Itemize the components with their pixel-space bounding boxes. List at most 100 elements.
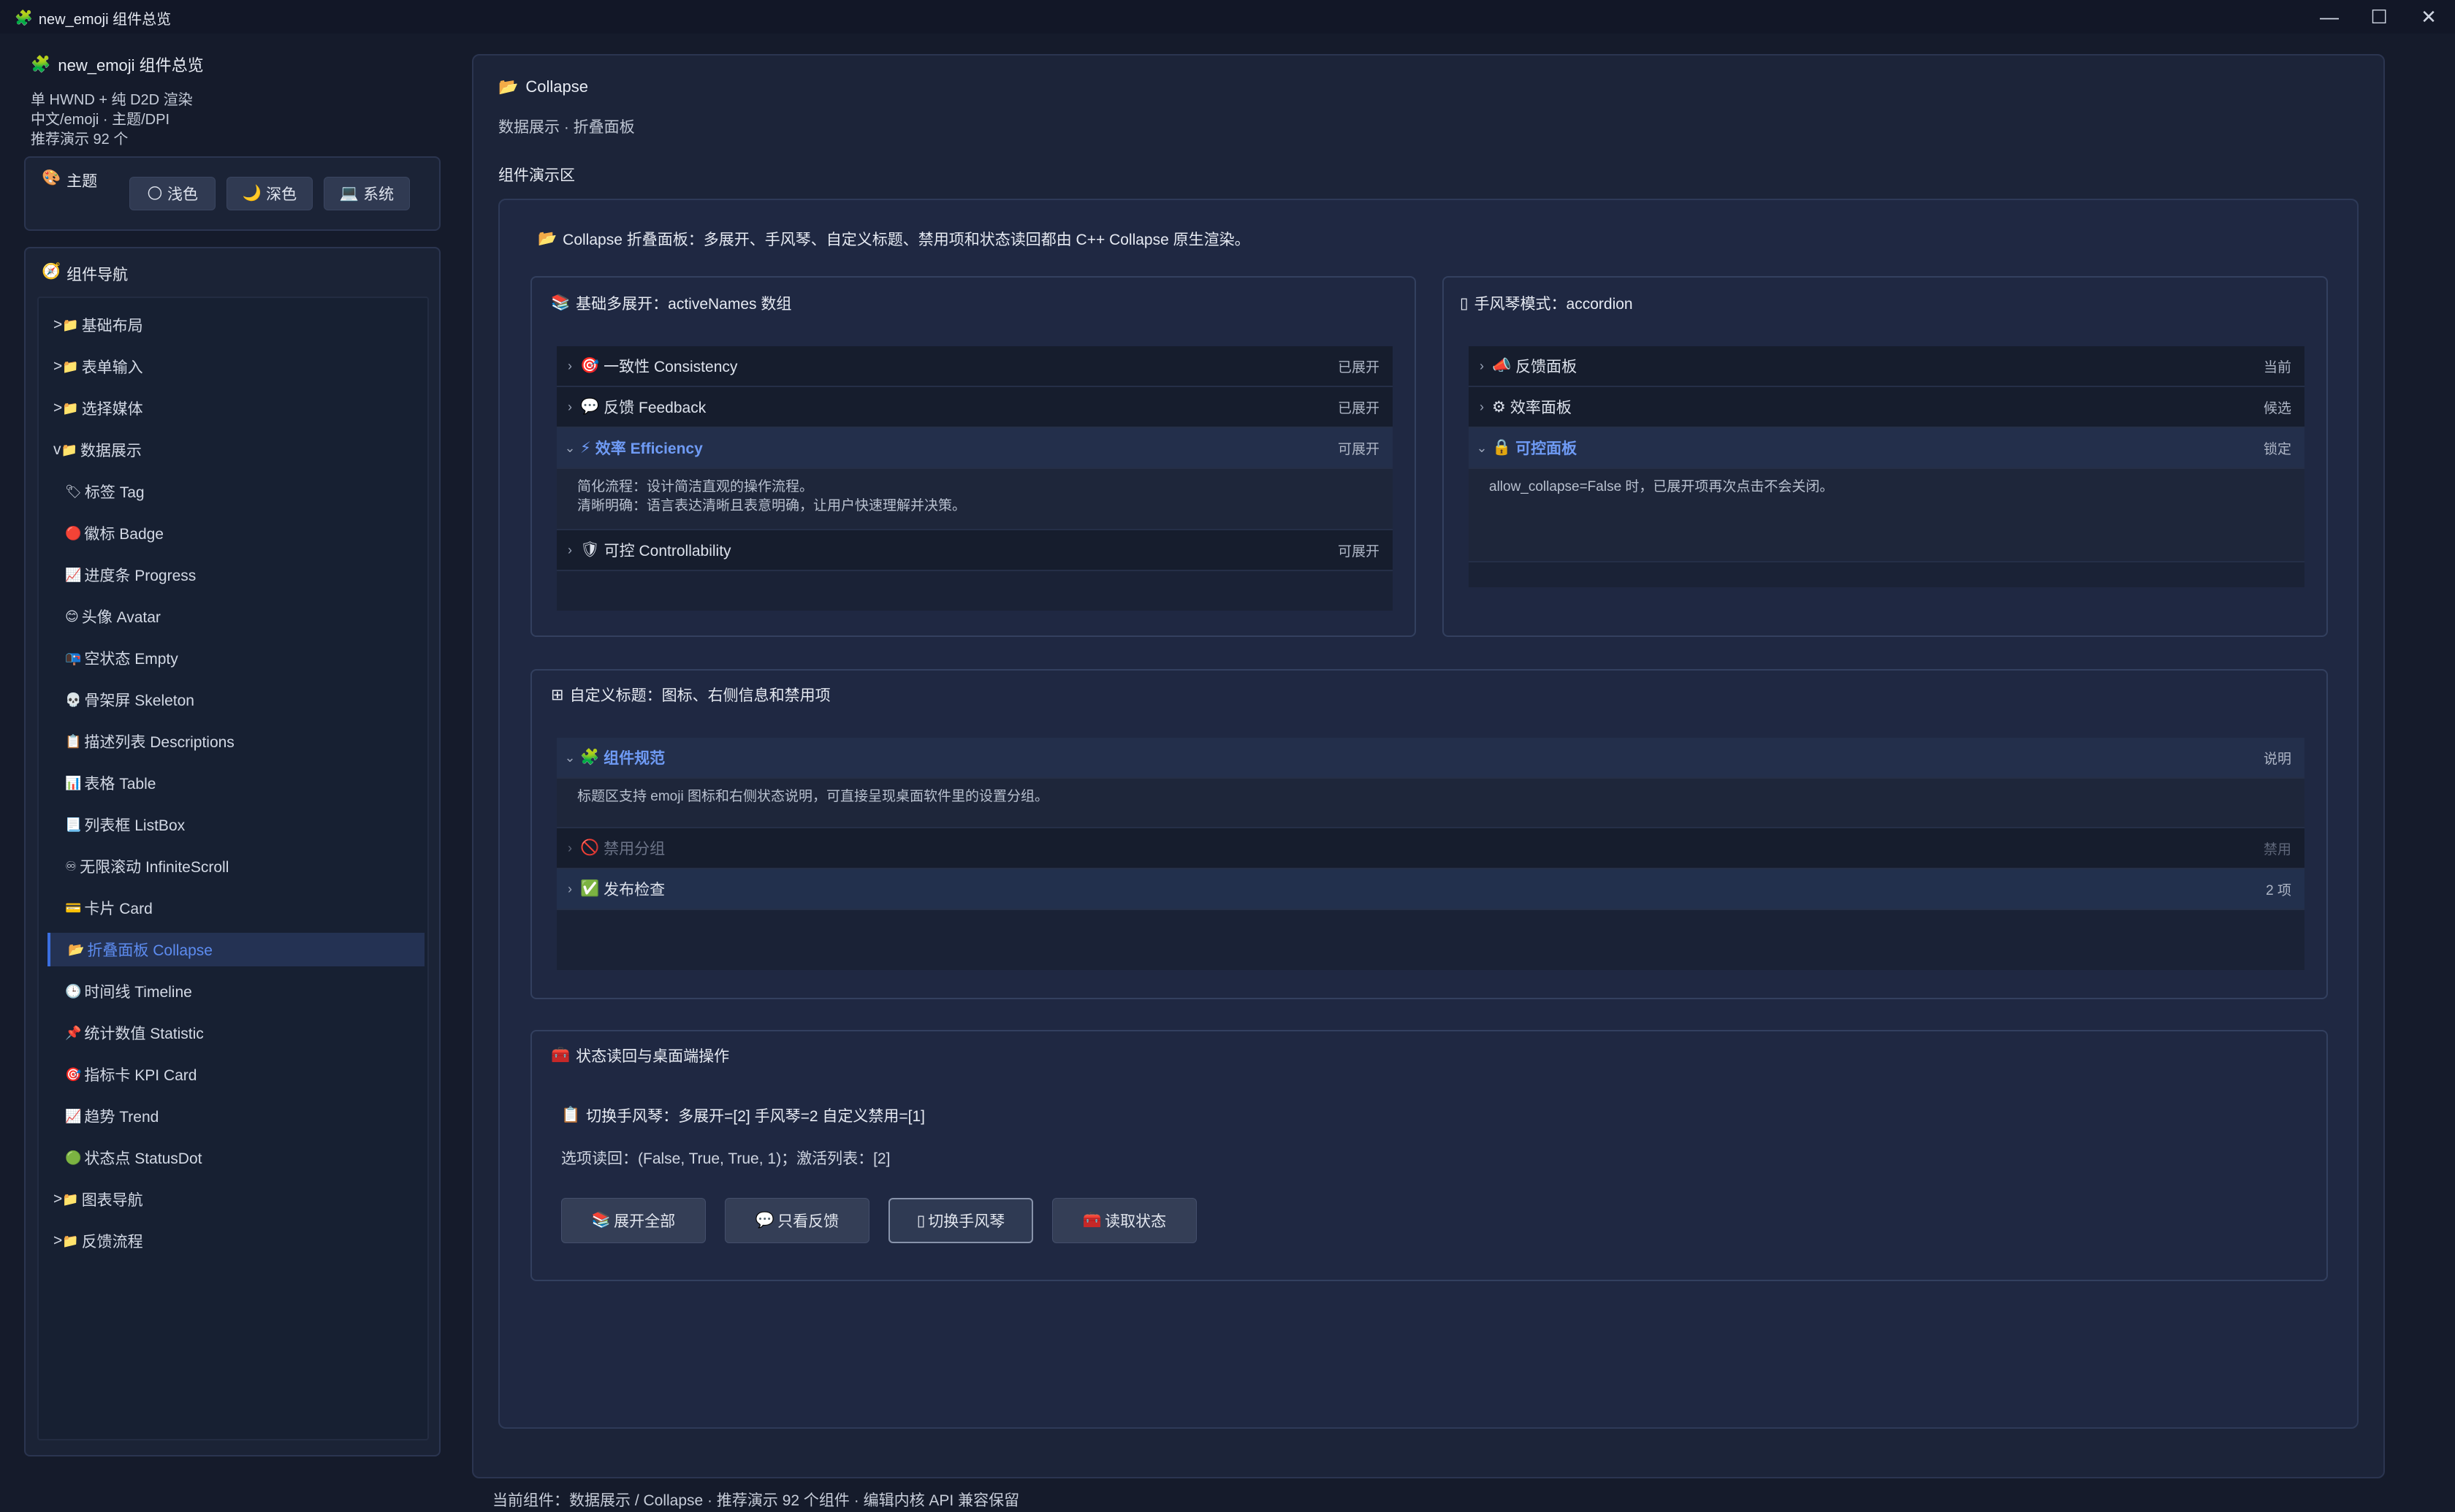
nav-item[interactable]: 📊 表格 Table [39,766,429,800]
basic-card-title-text: 基础多展开：activeNames 数组 [576,296,792,313]
nav-item-label: 描述列表 Descriptions [84,734,235,751]
collapse-item-header[interactable]: › 🛡 可控 Controllability 可展开 [557,530,1393,571]
nav-item-label: 徽标 Badge [84,526,164,543]
nav-item[interactable]: 💳 卡片 Card [39,891,429,925]
nav-item-label: 头像 Avatar [81,609,161,626]
component-icon: 📈 [65,1108,82,1123]
minimize-button[interactable]: — [2303,0,2356,34]
collapse-item-header[interactable]: › ✅ 发布检查 2 项 [557,869,2304,910]
nav-item[interactable]: 🟢 状态点 StatusDot [39,1141,429,1175]
chevron-right-icon: › [1480,358,1484,373]
read-state-button[interactable]: 🧰 读取状态 [1052,1198,1197,1243]
collapse-item-header[interactable]: › ⚙ 效率面板 候选 [1469,387,2304,428]
component-icon: 🔴 [65,525,82,541]
nav-item-label: 状态点 StatusDot [84,1150,202,1167]
chevron-right-icon: › [568,399,572,414]
nav-item-label: 卡片 Card [84,901,153,917]
collapse-item-title: ⚙ 效率面板 [1492,396,2264,418]
accordion-collapse: › 📣 反馈面板 当前 › ⚙ 效率面板 候选 ⌄ 🔒 可控面板 锁定 allow_collapse=F… [1469,346,2304,587]
nav-item[interactable]: 📃 列表框 ListBox [39,808,429,841]
action-button-label: 只看反馈 [777,1213,840,1230]
nav-item[interactable]: 📈 趋势 Trend [39,1099,429,1133]
main-panel: 📂 Collapse 数据展示 · 折叠面板 组件演示区 📂 Collapse … [472,54,2385,1478]
nav-item-label: 基础布局 [81,318,143,335]
folder-icon: 📁 [62,400,79,416]
puzzle-icon: 🧩 [31,55,51,73]
expand-toggle[interactable]: > [53,316,62,334]
clipboard-icon: 📋 [561,1107,581,1123]
nav-item[interactable]: 🏷 标签 Tag [39,475,429,508]
nav-item-label: 表格 Table [84,776,156,793]
folder-open-icon: 📂 [498,77,519,96]
nav-item[interactable]: 📌 统计数值 Statistic [39,1016,429,1050]
expand-toggle[interactable]: > [53,1191,62,1208]
collapse-item-extra: 锁定 [2263,441,2291,457]
close-button[interactable]: ✕ [2402,0,2455,34]
folder-icon: 📁 [62,1191,79,1207]
accordion-card-title-text: 手风琴模式：accordion [1474,296,1633,313]
nav-item[interactable]: 💀 骨架屏 Skeleton [39,683,429,717]
nav-item[interactable]: 🎯 指标卡 KPI Card [39,1058,429,1091]
nav-item[interactable]: 🕒 时间线 Timeline [39,974,429,1008]
collapse-item-label: 可控面板 [1515,440,1577,457]
maximize-button[interactable]: ☐ [2353,0,2405,34]
collapse-item-title: 🧩 组件规范 [580,747,2264,768]
component-icon: 📭 [65,650,82,665]
page-title: 📂 Collapse [498,77,588,96]
content-line: 标题区支持 emoji 图标和右侧状态说明，可直接呈现桌面软件里的设置分组。 [577,789,1048,804]
nav-item[interactable]: 😊 头像 Avatar [39,600,429,633]
intro-text-content: Collapse 折叠面板：多展开、手风琴、自定义标题、禁用项和状态读回都由 C… [563,232,1250,248]
nav-group[interactable]: > 📁 图表导航 [39,1183,429,1216]
nav-item[interactable]: ♾ 无限滚动 InfiniteScroll [39,849,429,883]
collapse-item-header[interactable]: › 🎯 一致性 Consistency 已展开 [557,346,1393,387]
nav-group[interactable]: > 📁 反馈流程 [39,1224,429,1258]
expand-all-button[interactable]: 📚 展开全部 [561,1198,706,1243]
nav-item-label: 时间线 Timeline [84,984,192,1001]
collapse-item-header[interactable]: › 💬 反馈 Feedback 已展开 [557,387,1393,428]
item-emoji-icon: 💬 [580,398,600,415]
nav-item[interactable]: 📋 描述列表 Descriptions [39,725,429,758]
nav-group[interactable]: > 📁 表单输入 [39,350,429,383]
collapse-item-header[interactable]: › 📣 反馈面板 当前 [1469,346,2304,387]
basic-collapse: › 🎯 一致性 Consistency 已展开 › 💬 反馈 Feedback 已展开 ⌄ ⚡ 效率… [557,346,1393,611]
theme-label: 🎨 主题 [42,169,97,191]
folder-icon: 📁 [61,442,77,457]
nav-group[interactable]: > 📁 基础布局 [39,308,429,342]
expand-toggle[interactable]: > [53,358,62,375]
action-button-label: 读取状态 [1105,1213,1167,1230]
theme-system-button[interactable]: 💻 系统 [324,177,410,210]
theme-light-button[interactable]: 🌕 浅色 [129,177,216,210]
toolbox-icon: 🧰 [1082,1212,1103,1229]
expand-toggle[interactable]: > [53,400,62,417]
nav-item-label: 列表框 ListBox [84,817,186,834]
expand-toggle[interactable]: v [53,441,61,459]
theme-dark-button[interactable]: 🌙 深色 [227,177,313,210]
app-meta-line: 单 HWND + 纯 D2D 渲染 [31,92,193,108]
nav-tree[interactable]: > 📁 基础布局 > 📁 表单输入 > 📁 选择媒体 v 📁 数据展示 🏷 标签 Tag 🔴 徽标 Badge… [37,297,429,1440]
page-title-text: Collapse [525,77,589,96]
demo-area: 📂 Collapse 折叠面板：多展开、手风琴、自定义标题、禁用项和状态读回都由… [498,199,2359,1429]
nav-item[interactable]: 📂 折叠面板 Collapse [47,933,425,966]
toggle-accordion-button[interactable]: ▯ 切换手风琴 [888,1198,1033,1243]
item-emoji-icon: 🎯 [580,357,600,374]
app-meta-line: 推荐演示 92 个 [31,131,129,148]
collapse-item-title: 🛡 可控 Controllability [580,539,1338,561]
component-icon: 🟢 [65,1150,82,1165]
collapse-item-header[interactable]: ⌄ 🔒 可控面板 锁定 [1469,428,2304,469]
feedback-only-button[interactable]: 💬 只看反馈 [725,1198,869,1243]
collapse-item-header[interactable]: ⌄ 🧩 组件规范 说明 [557,738,2304,779]
expand-toggle[interactable]: > [53,1232,62,1250]
nav-group[interactable]: > 📁 选择媒体 [39,392,429,425]
item-emoji-icon: 🛡 [580,541,600,558]
nav-group[interactable]: v 📁 数据展示 [39,433,429,467]
nav-item[interactable]: 📭 空状态 Empty [39,641,429,675]
collapse-item-header[interactable]: ⌄ ⚡ 效率 Efficiency 可展开 [557,428,1393,469]
nav-item[interactable]: 📈 进度条 Progress [39,558,429,592]
basic-collapse-card: 📚 基础多展开：activeNames 数组 › 🎯 一致性 Consistency… [530,276,1416,637]
nav-item-label: 反馈流程 [81,1234,143,1251]
app-icon: 🧩 [15,10,33,26]
collapse-item-title: ✅ 发布检查 [580,878,2266,900]
item-emoji-icon: 📣 [1492,357,1512,374]
component-icon: 📂 [68,942,85,957]
nav-item[interactable]: 🔴 徽标 Badge [39,516,429,550]
